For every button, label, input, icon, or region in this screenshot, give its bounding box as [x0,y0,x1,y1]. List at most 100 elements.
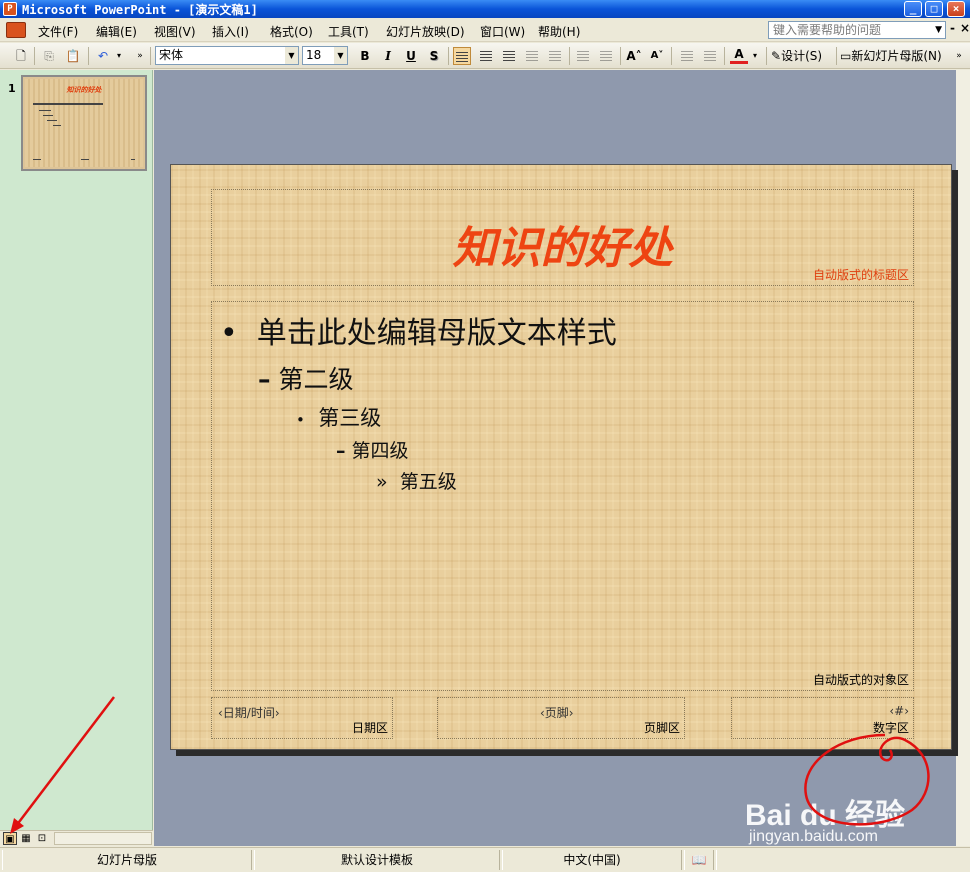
spellcheck-icon[interactable]: 📖 [684,850,714,870]
thumbnail-line [39,110,51,111]
bullets-button[interactable] [597,47,615,65]
close-button[interactable]: × [947,1,965,17]
italic-button[interactable]: I [379,47,397,65]
level-2-text: 第二级 [278,365,354,394]
bullet-list-icon [600,51,612,61]
thumbnail-footer [131,159,135,160]
thumbnail-background: 知识的好处 [25,79,143,167]
shrink-font-button[interactable]: A˅ [648,47,666,65]
paste-icon[interactable]: 📋 [64,47,82,65]
menu-window[interactable]: 窗口(W) [480,23,525,40]
doc-close-button[interactable]: × [960,21,970,35]
level-5-text: 第五级 [399,471,457,493]
increase-indent-icon [704,51,716,61]
menu-file[interactable]: 文件(F) [38,23,78,40]
grow-font-button[interactable]: A˄ [625,47,643,65]
toolbar-options-icon[interactable]: » [135,47,145,65]
footer-placeholder[interactable]: ‹页脚› 页脚区 [437,697,685,739]
justify-icon [526,51,538,61]
justify-button[interactable] [523,47,541,65]
powerpoint-app-icon[interactable]: P [3,2,17,16]
align-center-button[interactable] [477,47,495,65]
level-4-item[interactable]: – 第四级 [336,436,409,463]
decrease-indent-button[interactable] [678,47,696,65]
level-1-item[interactable]: • 单击此处编辑母版文本样式 [220,308,617,352]
date-placeholder[interactable]: ‹日期/时间› 日期区 [211,697,393,739]
menu-edit[interactable]: 编辑(E) [96,23,137,40]
menu-insert[interactable]: 插入(I) [212,23,249,40]
menu-slideshow[interactable]: 幻灯片放映(D) [386,23,465,40]
menu-view[interactable]: 视图(V) [154,23,196,40]
thumbnail-line [47,120,57,121]
status-empty [716,850,968,870]
number-area-label: 数字区 [872,721,909,735]
design-icon: ✎ [771,49,782,63]
slideshow-view-icon[interactable]: ⊡ [35,832,49,845]
font-color-dropdown-icon[interactable]: ▾ [750,47,760,65]
footer-area-label: 页脚区 [643,721,680,735]
underline-button[interactable]: U [402,47,420,65]
status-bar: 幻灯片母版 默认设计模板 中文(中国) 📖 [0,847,970,872]
title-bar: P Microsoft PowerPoint - [演示文稿1] _ □ × [0,0,970,18]
thumbnail-line [53,125,61,126]
level-2-item[interactable]: – 第二级 [258,360,353,396]
decrease-indent-icon [681,51,693,61]
maximize-button[interactable]: □ [925,1,943,17]
level-2-bullet: – [258,365,271,394]
copy-icon[interactable]: ⎘ [40,47,58,65]
slide-number: 1 [8,82,16,95]
slide-sorter-view-icon[interactable]: ▦ [19,832,33,845]
slide-thumbnail[interactable]: 知识的好处 [21,75,147,171]
numbering-button[interactable] [574,47,592,65]
normal-view-icon[interactable]: ▣ [3,832,17,845]
help-search-input[interactable]: 键入需要帮助的问题 ▼ [768,21,946,39]
date-area-label: 日期区 [351,721,388,735]
vertical-scrollbar[interactable] [956,70,970,846]
chevron-down-icon[interactable]: ▼ [935,22,942,38]
title-placeholder[interactable]: 知识的好处 自动版式的标题区 [211,189,914,286]
footer-text: ‹页脚› [540,706,574,720]
level-3-bullet: • [296,411,305,429]
level-5-item[interactable]: » 第五级 [376,467,457,494]
thumbnail-footer [33,159,41,160]
horizontal-scrollbar[interactable] [54,832,152,845]
distribute-button[interactable] [546,47,564,65]
undo-dropdown-icon[interactable]: ▾ [114,47,124,65]
doc-minimize-button[interactable]: - [950,21,955,35]
new-document-icon[interactable]: 🗋 [12,47,30,65]
slide-thumbnail-pane: 1 知识的好处 [0,70,153,846]
level-5-bullet: » [376,471,388,493]
level-4-text: 第四级 [351,440,409,462]
body-placeholder[interactable]: • 单击此处编辑母版文本样式 – 第二级 • 第三级 – 第四级 » 第五级 自… [211,301,914,691]
align-left-button[interactable] [453,47,471,65]
toolbar-options-icon[interactable]: » [954,47,964,65]
minimize-button[interactable]: _ [904,1,922,17]
design-button[interactable]: ✎设计(S) [771,47,833,65]
font-size-select[interactable]: 18 ▼ [302,46,348,65]
chevron-down-icon[interactable]: ▼ [334,47,347,64]
menu-format[interactable]: 格式(O) [270,23,313,40]
font-size-value: 18 [306,48,322,62]
bold-button[interactable]: B [356,47,374,65]
align-right-button[interactable] [500,47,518,65]
watermark-url: jingyan.baidu.com [749,828,878,845]
font-select[interactable]: 宋体 ▼ [155,46,299,65]
font-color-button[interactable]: A [730,47,748,64]
chevron-down-icon[interactable]: ▼ [285,47,298,64]
level-4-bullet: – [336,440,346,462]
undo-icon[interactable]: ↶ [94,47,112,65]
number-placeholder[interactable]: ‹#› 数字区 [731,697,914,739]
menu-help[interactable]: 帮助(H) [538,23,580,40]
menu-tools[interactable]: 工具(T) [328,23,369,40]
align-right-icon [503,51,515,61]
slide-master-canvas[interactable]: 知识的好处 自动版式的标题区 • 单击此处编辑母版文本样式 – 第二级 • 第三… [170,164,952,750]
thumbnail-title: 知识的好处 [66,86,102,94]
increase-indent-button[interactable] [701,47,719,65]
document-icon[interactable] [6,22,26,38]
shadow-button[interactable]: S [425,47,443,65]
level-3-item[interactable]: • 第三级 [296,402,381,432]
level-1-text: 单击此处编辑母版文本样式 [256,316,617,351]
slide-title[interactable]: 知识的好处 [212,212,913,276]
new-slide-master-button[interactable]: ▭新幻灯片母版(N) [840,47,952,65]
help-placeholder: 键入需要帮助的问题 [773,23,882,37]
